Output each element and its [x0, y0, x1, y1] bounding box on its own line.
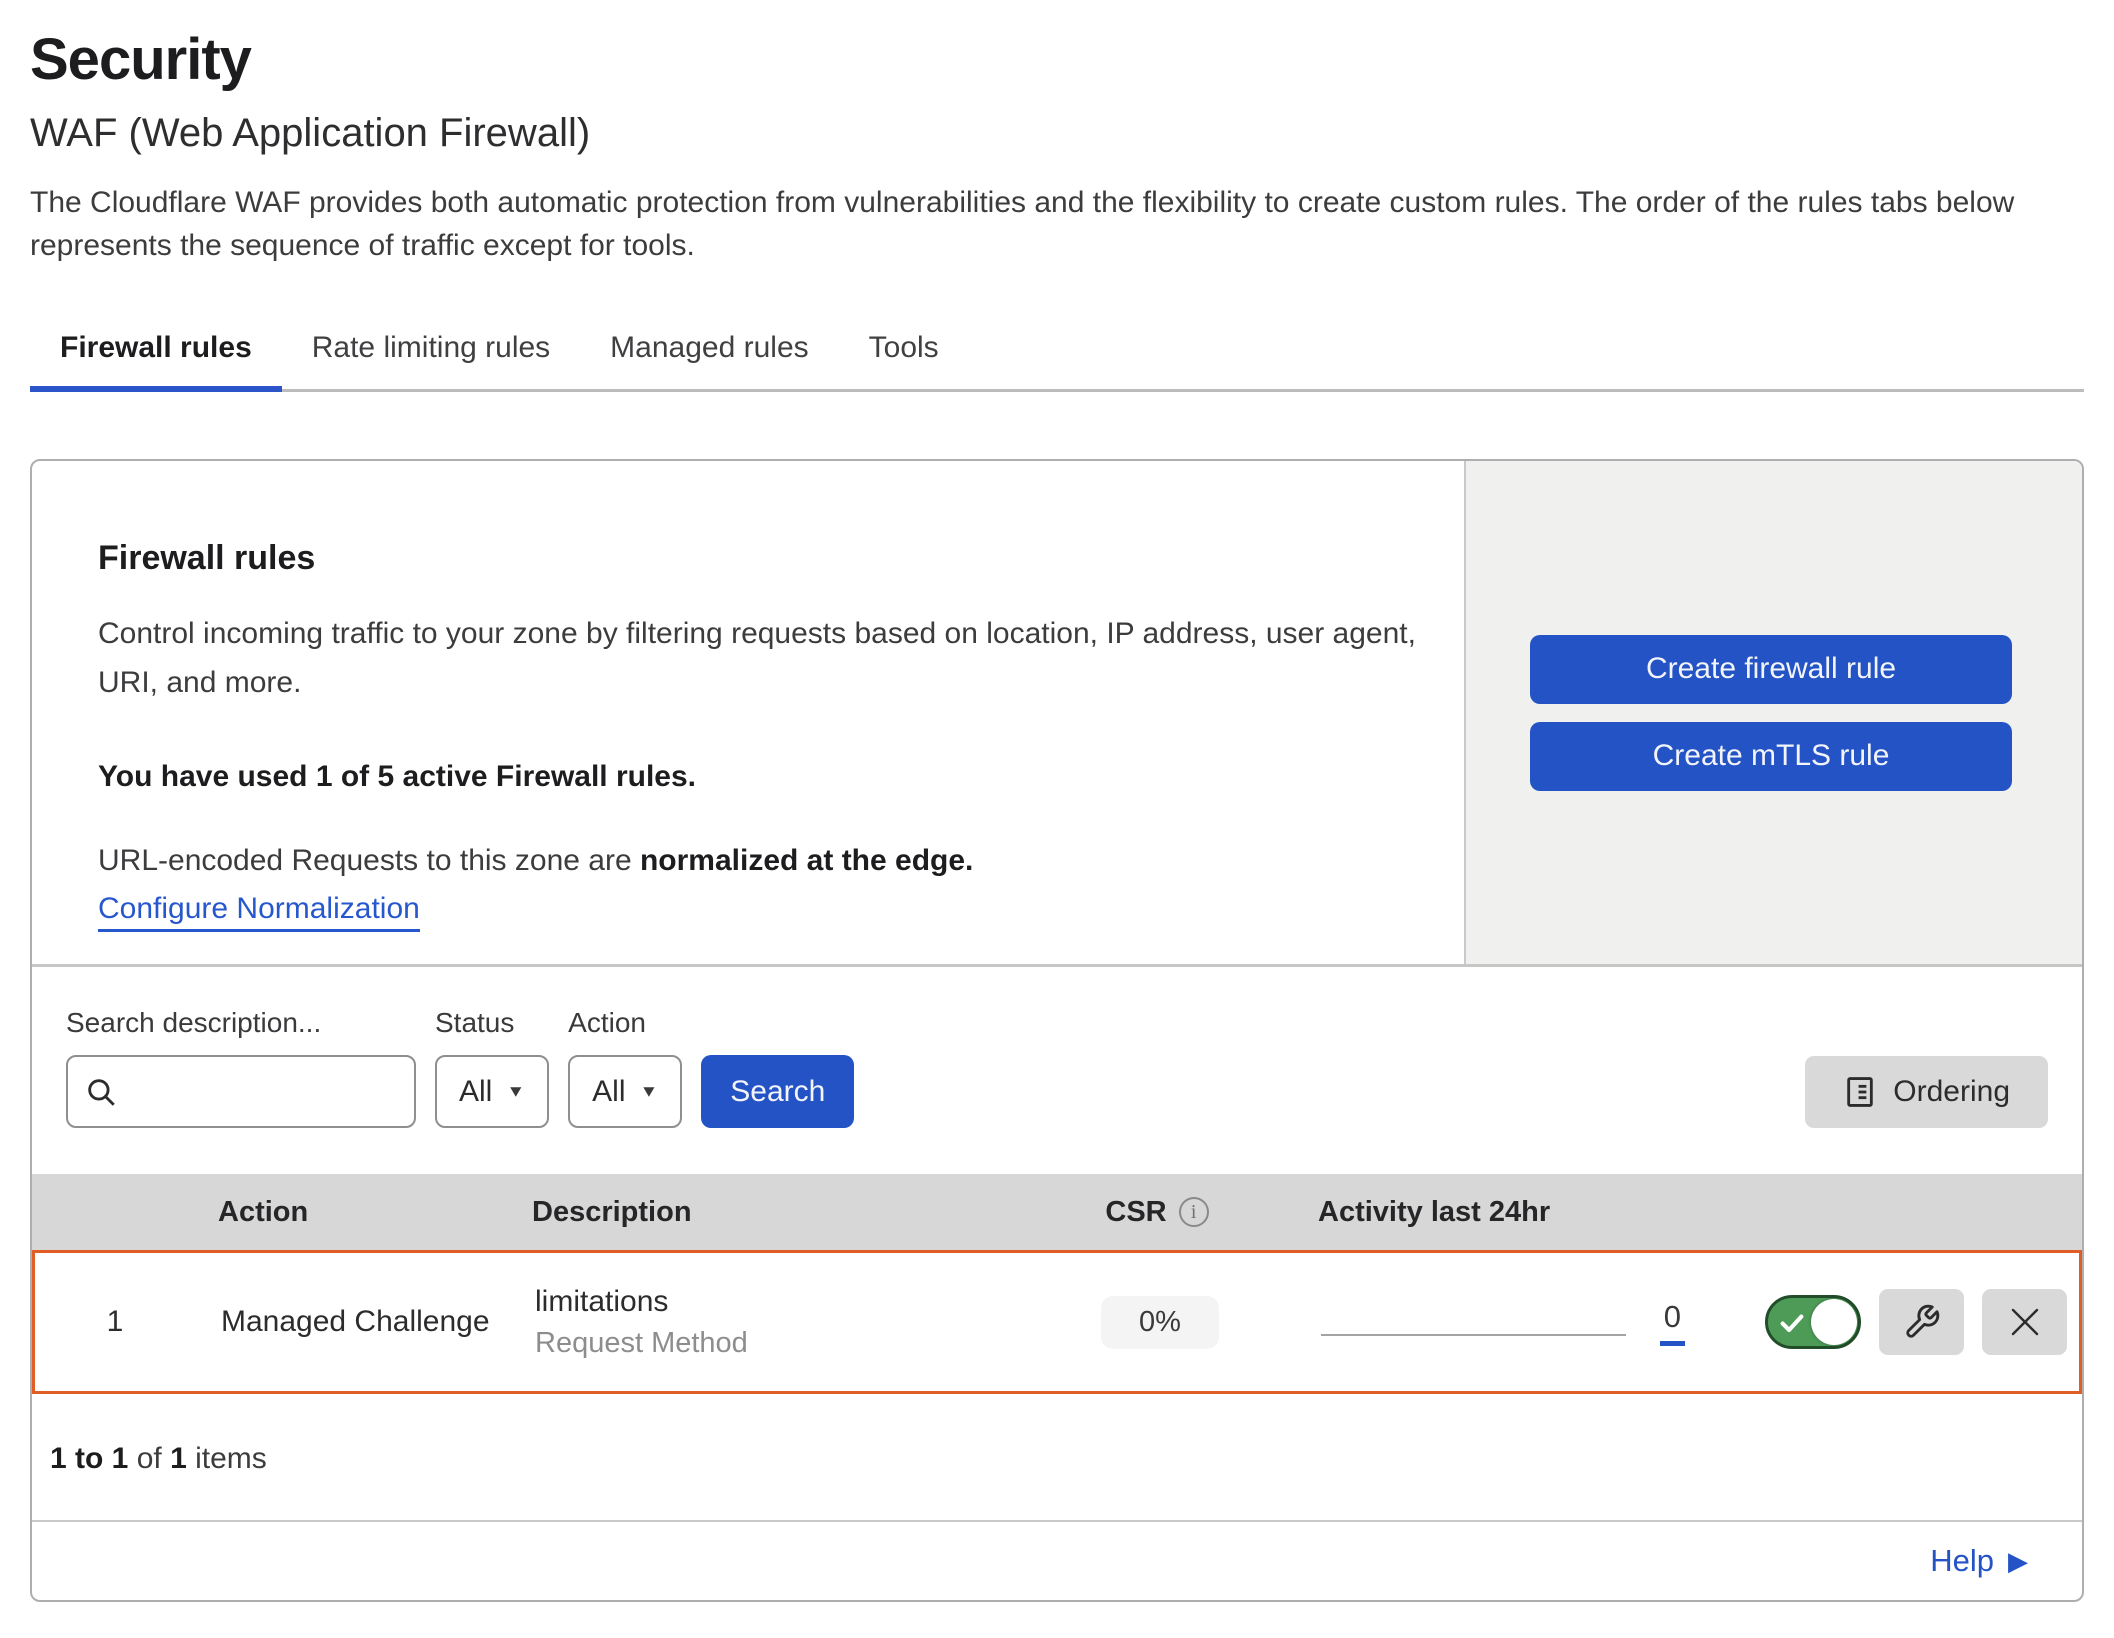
- tab-rate-limiting-rules[interactable]: Rate limiting rules: [282, 331, 580, 389]
- ordering-list-icon: [1843, 1075, 1877, 1109]
- tab-managed-rules[interactable]: Managed rules: [580, 331, 838, 389]
- status-label: Status: [435, 1007, 549, 1039]
- card-footer: Help ▶: [32, 1520, 2082, 1600]
- status-select[interactable]: All ▼: [435, 1055, 549, 1128]
- toggle-knob: [1811, 1299, 1857, 1345]
- delete-rule-button[interactable]: [1982, 1289, 2067, 1355]
- table-header-csr-label: CSR: [1105, 1196, 1166, 1229]
- search-filter-group: Search description...: [66, 1007, 416, 1128]
- table-header-activity: Activity last 24hr: [1302, 1196, 1762, 1229]
- firewall-rules-summary-section: Firewall rules Control incoming traffic …: [32, 461, 2082, 967]
- firewall-rules-card: Firewall rules Control incoming traffic …: [30, 459, 2084, 1602]
- tab-tools[interactable]: Tools: [839, 331, 969, 389]
- rule-description-field: Request Method: [535, 1327, 1015, 1360]
- create-mtls-rule-button[interactable]: Create mTLS rule: [1530, 722, 2012, 791]
- pagination-items: items: [195, 1442, 267, 1475]
- rule-description: limitations: [535, 1285, 1015, 1319]
- activity-sparkline: [1321, 1334, 1626, 1336]
- pagination-range: 1 to 1: [50, 1442, 128, 1475]
- pagination-of: of: [137, 1442, 162, 1475]
- create-rule-panel: Create firewall rule Create mTLS rule: [1464, 461, 2082, 964]
- table-header: Action Description CSR i Activity last 2…: [32, 1174, 2082, 1250]
- rule-action: Managed Challenge: [195, 1305, 515, 1339]
- action-select[interactable]: All ▼: [568, 1055, 682, 1128]
- table-header-description: Description: [512, 1196, 1012, 1229]
- tab-firewall-rules[interactable]: Firewall rules: [30, 331, 282, 389]
- search-input[interactable]: [130, 1076, 398, 1108]
- search-label: Search description...: [66, 1007, 416, 1039]
- create-firewall-rule-button[interactable]: Create firewall rule: [1530, 635, 2012, 704]
- normalization-prefix: URL-encoded Requests to this zone are: [98, 844, 640, 877]
- chevron-down-icon: ▼: [506, 1082, 525, 1101]
- csr-badge: 0%: [1101, 1296, 1219, 1349]
- security-waf-page: Security WAF (Web Application Firewall) …: [0, 0, 2114, 1602]
- check-icon: [1778, 1309, 1806, 1337]
- page-description: The Cloudflare WAF provides both automat…: [30, 182, 2082, 267]
- rule-enabled-toggle[interactable]: [1765, 1295, 1861, 1349]
- rule-controls: [1765, 1289, 2084, 1355]
- wrench-icon: [1903, 1303, 1941, 1341]
- close-icon: [2007, 1304, 2043, 1340]
- normalization-bold: normalized at the edge.: [640, 844, 973, 877]
- table-row: 1 Managed Challenge limitations Request …: [32, 1250, 2082, 1394]
- rule-index: 1: [107, 1305, 124, 1339]
- search-box: [66, 1055, 416, 1128]
- normalization-text: URL-encoded Requests to this zone are no…: [98, 844, 1424, 878]
- chevron-down-icon: ▼: [640, 1082, 659, 1101]
- action-filter-group: Action All ▼: [549, 1007, 682, 1128]
- table-header-action: Action: [192, 1196, 512, 1229]
- pagination-total: 1: [170, 1442, 187, 1475]
- ordering-button[interactable]: Ordering: [1805, 1056, 2048, 1128]
- filter-toolbar: Search description... Status All ▼: [32, 967, 2082, 1174]
- firewall-rules-summary: Firewall rules Control incoming traffic …: [32, 461, 1464, 964]
- status-filter-group: Status All ▼: [416, 1007, 549, 1128]
- table-header-csr: CSR i: [1105, 1196, 1208, 1229]
- configure-normalization-link[interactable]: Configure Normalization: [98, 892, 420, 932]
- waf-tabs: Firewall rules Rate limiting rules Manag…: [30, 331, 2084, 392]
- activity-count-link[interactable]: 0: [1660, 1299, 1685, 1346]
- page-title: Security: [30, 26, 2084, 93]
- panel-description: Control incoming traffic to your zone by…: [98, 610, 1424, 708]
- edit-rule-button[interactable]: [1879, 1289, 1964, 1355]
- info-icon[interactable]: i: [1179, 1197, 1209, 1227]
- status-select-value: All: [459, 1075, 492, 1109]
- ordering-button-label: Ordering: [1893, 1075, 2010, 1109]
- activity-cell: 0: [1305, 1299, 1765, 1346]
- help-link-label: Help: [1930, 1543, 1994, 1579]
- action-label: Action: [568, 1007, 682, 1039]
- search-button[interactable]: Search: [701, 1055, 854, 1128]
- arrow-right-icon: ▶: [2008, 1546, 2028, 1577]
- page-subtitle: WAF (Web Application Firewall): [30, 111, 2084, 156]
- search-icon: [84, 1075, 118, 1109]
- help-link[interactable]: Help ▶: [1930, 1543, 2028, 1579]
- action-select-value: All: [592, 1075, 625, 1109]
- rule-description-cell: limitations Request Method: [515, 1285, 1015, 1360]
- panel-heading: Firewall rules: [98, 539, 1424, 578]
- usage-text: You have used 1 of 5 active Firewall rul…: [98, 760, 1424, 794]
- pagination-summary: 1 to 1 of 1 items: [32, 1394, 2082, 1520]
